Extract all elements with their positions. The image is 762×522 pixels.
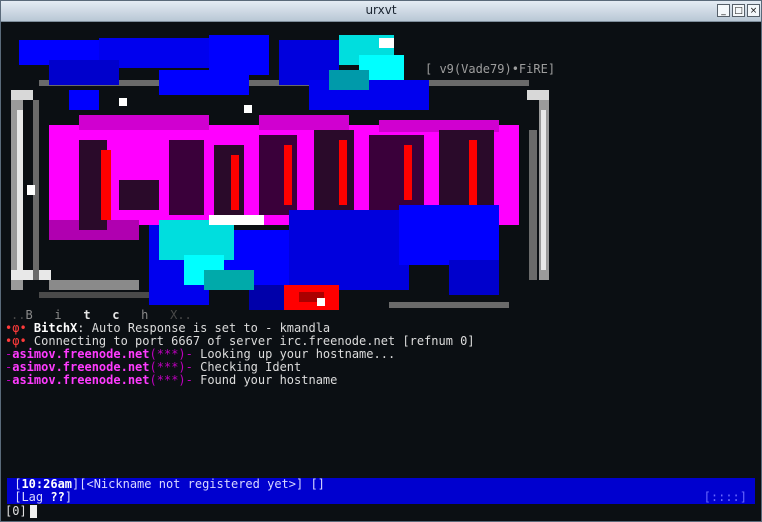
status-time: 10:26am [21,477,73,491]
message-log: •φ• BitchX: Auto Response is set to - km… [5,322,475,387]
title-bar[interactable]: urxvt _ □ × [1,1,761,22]
bitchx-letter-row: ..B i t c h X.. [11,308,192,322]
status-bar-primary: [10:26am][<Nickname not registered yet>]… [7,478,755,491]
maximize-button[interactable]: □ [732,4,745,17]
window-number: [0] [5,504,27,518]
terminal-area[interactable]: [ v9(Vade79)•FiRE] ..B i t c h X.. •φ• B… [1,22,761,521]
status-bar-secondary: [Lag ??] [::::] [7,491,755,504]
text-cursor [29,505,37,518]
minimize-button[interactable]: _ [717,4,730,17]
command-input[interactable]: [0] [5,505,37,518]
terminal-window: urxvt _ □ × [v9(Vade79)•FiRE] ..B i t c… [0,0,762,522]
close-button[interactable]: × [747,4,760,17]
message-line: -asimov.freenode.net(***)- Found your ho… [5,373,338,387]
bitchx-version-tag: [ v9(Vade79)•FiRE] [425,62,556,76]
status-right-indicator: [::::] [703,490,747,504]
status-nick: <Nickname not registered yet> [86,477,296,491]
window-title: urxvt [365,3,397,17]
lag-value: ?? [50,490,65,504]
